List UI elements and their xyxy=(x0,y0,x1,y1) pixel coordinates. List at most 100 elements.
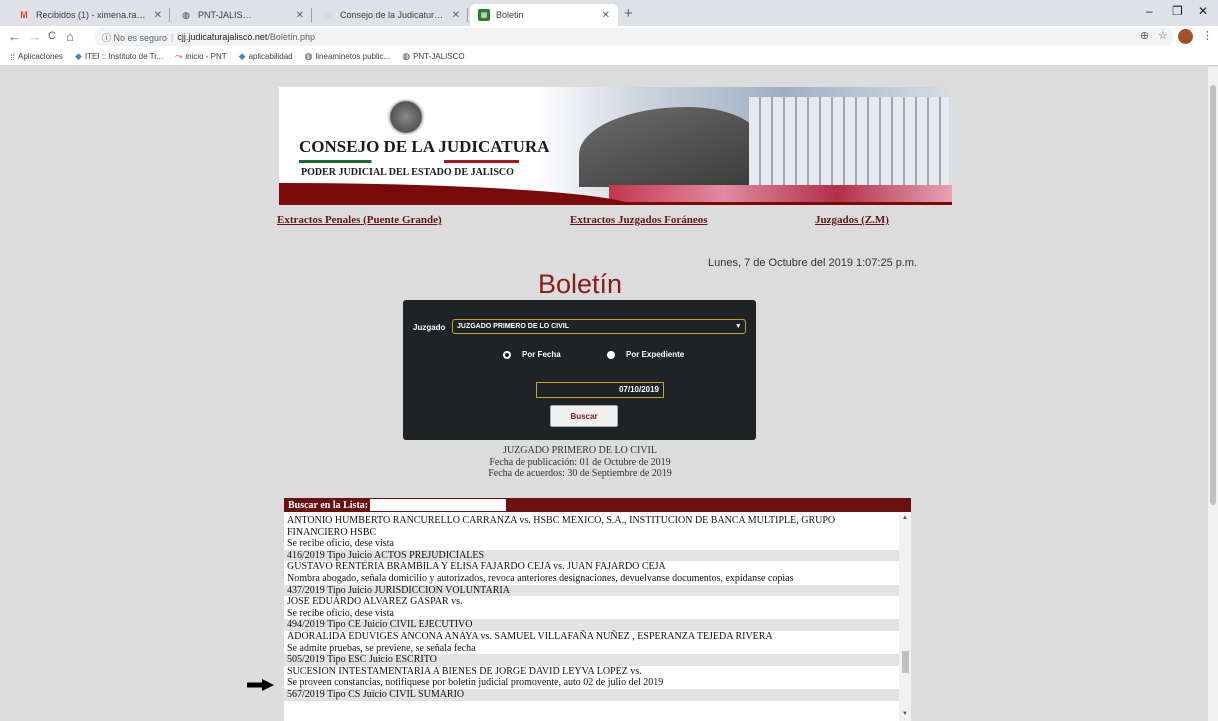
info-fecha-publicacion: Fecha de publicación: 01 de Octubre de 2… xyxy=(489,456,671,468)
court-seal-icon: ◌ xyxy=(325,10,331,20)
bookmark-label: lineaminetos public... xyxy=(315,52,391,61)
home-button[interactable]: ⌂ xyxy=(66,29,74,44)
list-item-expediente: 567/2019 Tipo CS Juicio CIVIL SUMARIO xyxy=(284,688,899,701)
list-search-bar: Buscar en la Lista: xyxy=(284,498,911,512)
scroll-down-icon[interactable]: ▼ xyxy=(902,711,908,717)
back-button[interactable]: ← xyxy=(8,29,21,44)
bookmark-aplicaciones[interactable]: ⁞⁞ Aplicaciones xyxy=(10,52,63,62)
list-item-acuerdo: Se proveen constancias, notifiquese por … xyxy=(287,677,664,689)
browser-toolbar: ← → C ⌂ ⓘ No es seguro | cjj.judicaturaj… xyxy=(0,26,1218,48)
bookmark-pnt-jalisco[interactable]: ◍ PNT-JALISCO xyxy=(402,51,464,62)
mexico-seal-icon xyxy=(385,99,427,135)
fecha-input[interactable]: 07/10/2019 xyxy=(536,382,664,398)
url-path: /Boletin.php xyxy=(267,32,315,42)
list-item-acuerdo: Nombra abogado, señala domicilio y autor… xyxy=(287,572,794,584)
gmail-icon: M xyxy=(20,10,28,20)
itei-icon: ◆ xyxy=(238,51,246,61)
radio-label: Por Fecha xyxy=(522,350,561,359)
radio-por-expediente[interactable]: Por Expediente xyxy=(607,350,684,359)
browser-tab-gmail[interactable]: M Recibidos (1) - ximena.raygoza@ ✕ xyxy=(10,4,170,26)
forward-button[interactable]: → xyxy=(28,29,41,44)
boletin-list: Buscar en la Lista: ANTONIO HUMBERTO RAN… xyxy=(284,498,911,721)
security-indicator[interactable]: ⓘ No es seguro xyxy=(102,31,167,44)
info-fecha-acuerdos: Fecha de acuerdos: 30 de Septiembre de 2… xyxy=(488,468,672,479)
address-bar[interactable]: ⓘ No es seguro | cjj.judicaturajalisco.n… xyxy=(94,28,1174,46)
boletin-favicon-icon: ▦ xyxy=(478,9,490,21)
banner-tower-image xyxy=(749,97,949,192)
bookmark-label: ITEI :: Instituto de Tr... xyxy=(84,52,164,61)
globe-icon: ◍ xyxy=(402,51,411,61)
zoom-icon[interactable]: ⊕ xyxy=(1140,29,1149,42)
tab-title: PNT-JALISCO xyxy=(198,10,256,20)
banner-subtitle: PODER JUDICIAL DEL ESTADO DE JALISCO xyxy=(301,167,514,178)
globe-icon: ◍ xyxy=(304,51,313,61)
juzgado-selected-value: JUZGADO PRIMERO DE LO CIVIL xyxy=(457,323,570,330)
radio-por-fecha[interactable]: Por Fecha xyxy=(503,350,561,359)
list-item-partes: ADORALIDA EDUVIGES ANCONA ANAYA vs. SAMU… xyxy=(287,630,773,642)
flag-stripe xyxy=(299,160,519,163)
browser-tab-boletin[interactable]: ▦ Boletin ✕ xyxy=(470,4,618,26)
tab-title: Consejo de la Judicatura del Esta xyxy=(340,10,446,20)
radio-label: Por Expediente xyxy=(626,350,685,359)
close-icon[interactable]: ✕ xyxy=(296,10,304,21)
scroll-up-icon[interactable]: ▲ xyxy=(902,515,908,521)
bookmark-label: aplicabilidad xyxy=(248,52,293,61)
list-item-expediente: 505/2019 Tipo ESC Juicio ESCRITO xyxy=(284,654,899,666)
list-search-label: Buscar en la Lista: xyxy=(288,499,369,511)
close-icon[interactable]: ✕ xyxy=(452,10,460,21)
radio-unselected-icon[interactable] xyxy=(607,350,615,359)
url-domain: cjj.judicaturajalisco.net xyxy=(177,32,268,42)
new-tab-button[interactable]: + xyxy=(624,5,633,22)
page-scroll-thumb[interactable] xyxy=(1210,85,1216,505)
browser-tab-strip: M Recibidos (1) - ximena.raygoza@ ✕ ◍ PN… xyxy=(0,0,1218,26)
bookmark-star-icon[interactable]: ☆ xyxy=(1158,29,1168,42)
tab-title: Boletin xyxy=(496,10,524,20)
banner-title: CONSEJO DE LA JUDICATURA xyxy=(299,137,550,156)
browser-tab-consejo[interactable]: ◌ Consejo de la Judicatura del Esta ✕ xyxy=(314,4,468,26)
list-item-partes: GUSTAVO RENTERIA BRAMBILA Y ELISA FAJARD… xyxy=(287,561,666,573)
tab-title: Recibidos (1) - ximena.raygoza@ xyxy=(36,10,148,20)
bookmark-label: Aplicaciones xyxy=(18,52,63,61)
list-item-expediente: 494/2019 Tipo CE Juicio CIVIL EJECUTIVO xyxy=(284,619,899,631)
bookmark-aplicabilidad[interactable]: ◆ aplicabilidad xyxy=(239,51,293,62)
current-datetime: Lunes, 7 de Octubre del 2019 1:07:25 p.m… xyxy=(708,257,918,269)
page-scrollbar[interactable] xyxy=(1208,67,1218,721)
list-scrollbar[interactable]: ▲ ▼ xyxy=(899,515,911,721)
juzgado-label: Juzgado xyxy=(413,323,446,332)
close-icon[interactable]: ✕ xyxy=(602,10,610,21)
bookmark-label: PNT-JALISCO xyxy=(413,52,465,61)
browser-tab-pnt[interactable]: ◍ PNT-JALISCO ✕ xyxy=(172,4,312,26)
buscar-button[interactable]: Buscar xyxy=(550,405,618,427)
page-viewport: CONSEJO DE LA JUDICATURA PODER JUDICIAL … xyxy=(0,67,1208,721)
browser-menu-icon[interactable]: ⋮ xyxy=(1202,29,1213,42)
reload-button[interactable]: C xyxy=(48,30,56,42)
list-item-expediente: 416/2019 Tipo Juicio ACTOS PREJUDICIALES xyxy=(284,549,899,562)
site-banner: CONSEJO DE LA JUDICATURA PODER JUDICIAL … xyxy=(279,87,952,205)
list-scroll-thumb[interactable] xyxy=(902,651,909,673)
list-item-expediente: 437/2019 Tipo Juicio JURISDICCION VOLUNT… xyxy=(284,584,899,597)
link-juzgados-zm[interactable]: Juzgados (Z.M) xyxy=(815,214,889,226)
banner-garden-image xyxy=(609,185,952,202)
bookmark-lineamientos[interactable]: ◍ lineaminetos public... xyxy=(305,51,391,62)
globe-icon: ◍ xyxy=(182,9,190,20)
apps-grid-icon: ⁞⁞ xyxy=(10,51,16,62)
list-item-acuerdo: Se recibe oficio, dese vista xyxy=(287,607,394,619)
list-entries: ANTONIO HUMBERTO RANCURELLO CARRANZA vs.… xyxy=(284,515,899,721)
profile-avatar[interactable] xyxy=(1178,29,1193,44)
radio-selected-icon[interactable] xyxy=(503,350,511,359)
bookmark-label: inicio - PNT xyxy=(185,52,227,61)
bookmark-itei[interactable]: ◆ ITEI :: Instituto de Tr... xyxy=(75,51,163,62)
arrow-right-icon xyxy=(247,679,274,691)
close-window-button[interactable]: ✕ xyxy=(1198,4,1208,18)
maximize-button[interactable]: ❐ xyxy=(1172,4,1183,18)
boletin-info: JUZGADO PRIMERO DE LO CIVIL Fecha de pub… xyxy=(450,445,710,480)
link-extractos-penales[interactable]: Extractos Penales (Puente Grande) xyxy=(277,214,442,226)
juzgado-select[interactable]: JUZGADO PRIMERO DE LO CIVIL ▾ xyxy=(452,319,746,334)
list-search-input[interactable] xyxy=(370,499,507,511)
bookmarks-bar: ⁞⁞ Aplicaciones ◆ ITEI :: Instituto de Tr.… xyxy=(0,48,1218,66)
minimize-button[interactable]: – xyxy=(1146,4,1153,18)
close-icon[interactable]: ✕ xyxy=(154,10,162,21)
link-extractos-foraneos[interactable]: Extractos Juzgados Foráneos xyxy=(570,214,708,226)
bookmark-inicio-pnt[interactable]: ⤳ inicio - PNT xyxy=(175,51,227,62)
list-item-partes: FINANCIERO HSBC xyxy=(287,526,377,538)
